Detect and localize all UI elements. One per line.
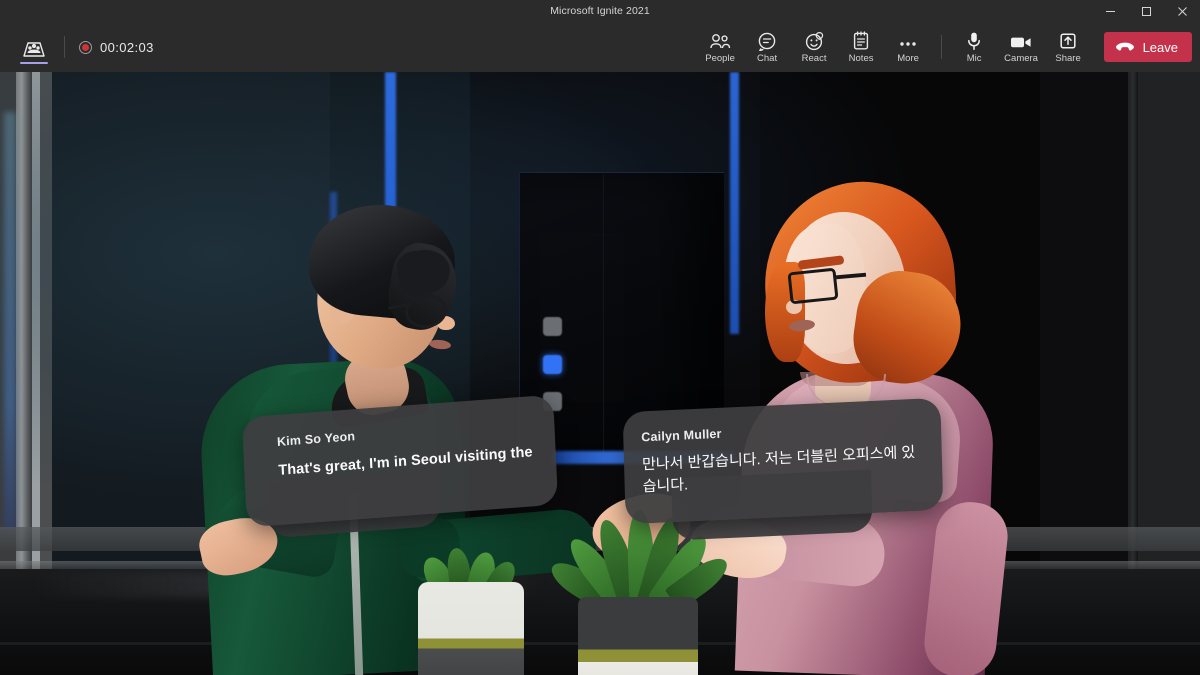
toolbar-separator [940,35,942,59]
recording-status: 00:02:03 [79,40,154,55]
together-mode-stage: Kim So Yeon That's great, I'm in Seoul v… [0,72,1200,675]
notes-icon [852,30,870,51]
notes-label: Notes [848,52,874,64]
share-upload-icon [1059,31,1077,51]
cabinet-seam [603,174,604,460]
people-button[interactable]: People [697,23,744,71]
record-dot-icon [79,40,92,54]
toolbar-left-group: 00:02:03 [12,22,154,72]
share-label: Share [1055,52,1081,64]
cabinet-button-1 [543,317,562,336]
camera-button[interactable]: Camera [998,23,1045,71]
toolbar-right-group: People Chat React Notes More Mic Camera … [697,22,1192,72]
meeting-toolbar: 00:02:03 People Chat React Notes More Mi… [0,22,1200,72]
close-button[interactable] [1164,0,1200,22]
toolbar-divider [64,36,65,58]
react-button[interactable]: React [791,23,838,71]
minimize-button[interactable] [1092,0,1128,22]
notes-button[interactable]: Notes [838,23,885,71]
people-label: People [705,52,735,64]
blue-accent-light-2 [730,72,739,334]
title-bar: Microsoft Ignite 2021 [0,0,1200,22]
chat-label: Chat [757,52,778,64]
react-icon [804,31,825,51]
react-label: React [801,52,827,64]
hangup-phone-icon [1115,41,1135,53]
more-button[interactable]: More [885,23,932,71]
together-mode-button[interactable] [12,25,56,69]
plant-left-pot [418,582,524,675]
speaker-name-cailyn: Cailyn Muller [641,426,722,445]
share-button[interactable]: Share [1045,23,1092,71]
mic-button[interactable]: Mic [951,23,998,71]
caption-text-cailyn: 만나서 반갑습니다. 저는 더블린 오피스에 있습니다. [641,443,916,496]
recording-elapsed-time: 00:02:03 [100,39,154,55]
camera-icon [1009,31,1033,51]
microphone-icon [966,31,982,51]
plant-right-pot [578,597,698,675]
teams-meeting-window: Microsoft Ignite 2021 00:02:03 People Ch… [0,0,1200,675]
leave-label: Leave [1142,39,1178,55]
active-tab-indicator [20,61,48,64]
chat-icon [757,31,777,51]
avatar2-glasses-lens [787,267,839,305]
camera-label: Camera [1004,52,1038,64]
caption-text-kim: That's great, I'm in Seoul visiting the [277,444,533,479]
speech-bubble-kim-so-yeon: Kim So Yeon That's great, I'm in Seoul v… [241,394,559,528]
chat-button[interactable]: Chat [744,23,791,71]
window-title: Microsoft Ignite 2021 [550,5,650,17]
more-label: More [897,52,919,64]
leave-button[interactable]: Leave [1103,32,1192,62]
speech-bubble-cailyn-muller: Cailyn Muller 만나서 반갑습니다. 저는 더블린 오피스에 있습니… [622,397,944,525]
maximize-button[interactable] [1128,0,1164,22]
mic-label: Mic [966,52,982,64]
together-mode-icon [23,42,45,57]
wall-edge-glow [4,112,16,532]
cabinet-button-active [543,355,562,374]
people-icon [709,31,731,51]
window-controls [1092,0,1200,22]
speaker-name-kim: Kim So Yeon [276,429,356,449]
more-ellipsis-icon [897,31,919,51]
